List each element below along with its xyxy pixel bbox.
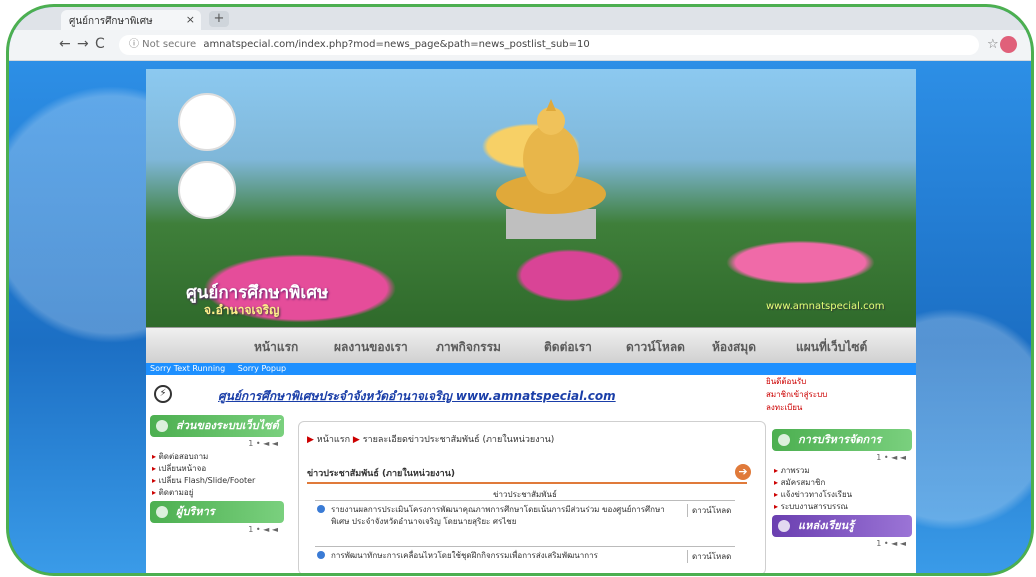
left-section-system-title: ส่วนของระบบเว็บไซต์	[176, 419, 279, 432]
back-icon[interactable]: ←	[59, 36, 71, 52]
right-pager-2[interactable]: 1 • ◄ ◄	[768, 539, 916, 551]
profile-avatar[interactable]	[1000, 36, 1017, 53]
login-link[interactable]: สมาชิกเข้าสู่ระบบ	[766, 388, 916, 401]
bookmark-star-icon[interactable]: ☆	[987, 37, 999, 52]
screenshot-frame: ศูนย์การศึกษาพิเศษ × + ← → C ⓘ Not secur…	[6, 4, 1034, 576]
left-sidebar: ส่วนของระบบเว็บไซต์ 1 • ◄ ◄ ติดต่อสอบถาม…	[146, 413, 288, 573]
site-banner: ศูนย์การศึกษาพิเศษ จ.อำนาจเจริญ www.amna…	[146, 69, 916, 327]
section-bullet-icon	[156, 506, 168, 518]
news-header: ข่าวประชาสัมพันธ์ (ภายในหน่วยงาน) ➔	[307, 464, 751, 484]
site-menu: หน้าแรก ผลงานของเรา ภาพกิจกรรม ติดต่อเรา…	[146, 327, 916, 365]
new-tab-button[interactable]: +	[209, 11, 229, 27]
page-viewport: ศูนย์การศึกษาพิเศษ จ.อำนาจเจริญ www.amna…	[9, 61, 1031, 573]
left-link[interactable]: เปลี่ยน Flash/Slide/Footer	[152, 475, 282, 487]
arrow-icon[interactable]: ➔	[735, 464, 751, 480]
section-bullet-icon	[778, 434, 790, 446]
menu-download[interactable]: ดาวน์โหลด	[626, 338, 685, 357]
menu-works[interactable]: ผลงานของเรา	[334, 338, 408, 357]
news-title-link[interactable]: การพัฒนาทักษะการเคลื่อนไหวโดยใช้ชุดฝึกกิ…	[331, 550, 671, 562]
running-text-bar: Sorry Text Running Sorry Popup	[146, 363, 916, 375]
section-bullet-icon	[156, 420, 168, 432]
left-link[interactable]: เปลี่ยนหน้าจอ	[152, 463, 282, 475]
left-section-admin-title: ผู้บริหาร	[176, 505, 215, 518]
news-header-title: ข่าวประชาสัมพันธ์ (ภายในหน่วยงาน)	[307, 469, 455, 479]
right-pager[interactable]: 1 • ◄ ◄	[768, 453, 916, 465]
breadcrumb: ▶ หน้าแรก ▶ รายละเอียดข่าวประชาสัมพันธ์ …	[307, 435, 555, 445]
tab-title: ศูนย์การศึกษาพิเศษ	[69, 16, 153, 27]
right-section-learning: แหล่งเรียนรู้	[772, 515, 912, 537]
welcome-text: ยินดีต้อนรับ	[766, 377, 807, 386]
pin-icon	[317, 505, 325, 513]
right-link[interactable]: แจ้งข่าวทางโรงเรียน	[774, 489, 910, 501]
tab-close-icon[interactable]: ×	[186, 13, 195, 26]
browser-tab-bar: ศูนย์การศึกษาพิเศษ × +	[9, 7, 1031, 31]
table-row: การพัฒนาทักษะการเคลื่อนไหวโดยใช้ชุดฝึกกิ…	[315, 546, 735, 573]
running-text-label: Sorry Text Running	[150, 364, 226, 373]
left-pager-2[interactable]: 1 • ◄ ◄	[146, 525, 288, 537]
menu-contact[interactable]: ติดต่อเรา	[544, 338, 592, 357]
flash-icon: ⚡	[154, 385, 172, 403]
right-link[interactable]: สมัครสมาชิก	[774, 477, 910, 489]
left-link[interactable]: ติดต่อสอบถาม	[152, 451, 282, 463]
left-pager[interactable]: 1 • ◄ ◄	[146, 439, 288, 451]
menu-sitemap[interactable]: แผนที่เว็บไซต์	[796, 338, 867, 357]
left-section-system: ส่วนของระบบเว็บไซต์	[150, 415, 284, 437]
reload-icon[interactable]: C	[95, 36, 105, 52]
news-title-link[interactable]: รายงานผลการประเมินโครงการพัฒนาคุณภาพการศ…	[331, 504, 671, 528]
member-box: ยินดีต้อนรับ สมาชิกเข้าสู่ระบบ ลงทะเบียน	[766, 375, 916, 425]
menu-home[interactable]: หน้าแรก	[254, 338, 298, 357]
left-section-admin: ผู้บริหาร	[150, 501, 284, 523]
marquee: ⚡ ศูนย์การศึกษาพิเศษประจำจังหวัดอำนาจเจร…	[146, 375, 766, 411]
right-link[interactable]: ระบบงานสารบรรณ	[774, 501, 910, 513]
right-section-learning-title: แหล่งเรียนรู้	[798, 519, 854, 532]
agency-logo[interactable]	[178, 161, 236, 219]
website: ศูนย์การศึกษาพิเศษ จ.อำนาจเจริญ www.amna…	[146, 69, 916, 573]
popup-label: Sorry Popup	[237, 364, 287, 373]
right-section-management-title: การบริหารจัดการ	[798, 433, 882, 446]
url-text: amnatspecial.com/index.php?mod=news_page…	[203, 39, 590, 50]
download-link[interactable]: ดาวน์โหลด	[687, 504, 740, 517]
breadcrumb-current: รายละเอียดข่าวประชาสัมพันธ์ (ภายในหน่วยง…	[362, 435, 555, 445]
address-bar: ← → C ⓘ Not secure amnatspecial.com/inde…	[9, 30, 1031, 61]
buddha-statue-image	[496, 99, 606, 239]
site-subtitle: จ.อำนาจเจริญ	[204, 303, 280, 317]
banner-url: www.amnatspecial.com	[766, 301, 885, 312]
main-content: ▶ หน้าแรก ▶ รายละเอียดข่าวประชาสัมพันธ์ …	[298, 421, 766, 573]
left-link[interactable]: ติดตามอยู่	[152, 487, 282, 499]
section-bullet-icon	[778, 520, 790, 532]
menu-library[interactable]: ห้องสมุด	[712, 338, 756, 357]
site-info-icon[interactable]: ⓘ Not secure	[129, 39, 196, 50]
breadcrumb-home[interactable]: หน้าแรก	[317, 435, 350, 445]
forward-icon[interactable]: →	[77, 36, 89, 52]
url-input[interactable]: ⓘ Not secure amnatspecial.com/index.php?…	[119, 35, 979, 55]
right-section-management: การบริหารจัดการ	[772, 429, 912, 451]
marquee-link[interactable]: ศูนย์การศึกษาพิเศษประจำจังหวัดอำนาจเจริญ…	[218, 387, 616, 406]
school-logo[interactable]	[178, 93, 236, 151]
download-link[interactable]: ดาวน์โหลด	[687, 550, 740, 563]
pin-icon	[317, 551, 325, 559]
right-sidebar: การบริหารจัดการ 1 • ◄ ◄ ภาพรวม สมัครสมาช…	[768, 427, 916, 573]
table-row: รายงานผลการประเมินโครงการพัฒนาคุณภาพการศ…	[315, 500, 735, 545]
register-link[interactable]: ลงทะเบียน	[766, 401, 916, 414]
menu-activities[interactable]: ภาพกิจกรรม	[436, 338, 501, 357]
right-link[interactable]: ภาพรวม	[774, 465, 910, 477]
browser-tab[interactable]: ศูนย์การศึกษาพิเศษ ×	[61, 10, 201, 30]
